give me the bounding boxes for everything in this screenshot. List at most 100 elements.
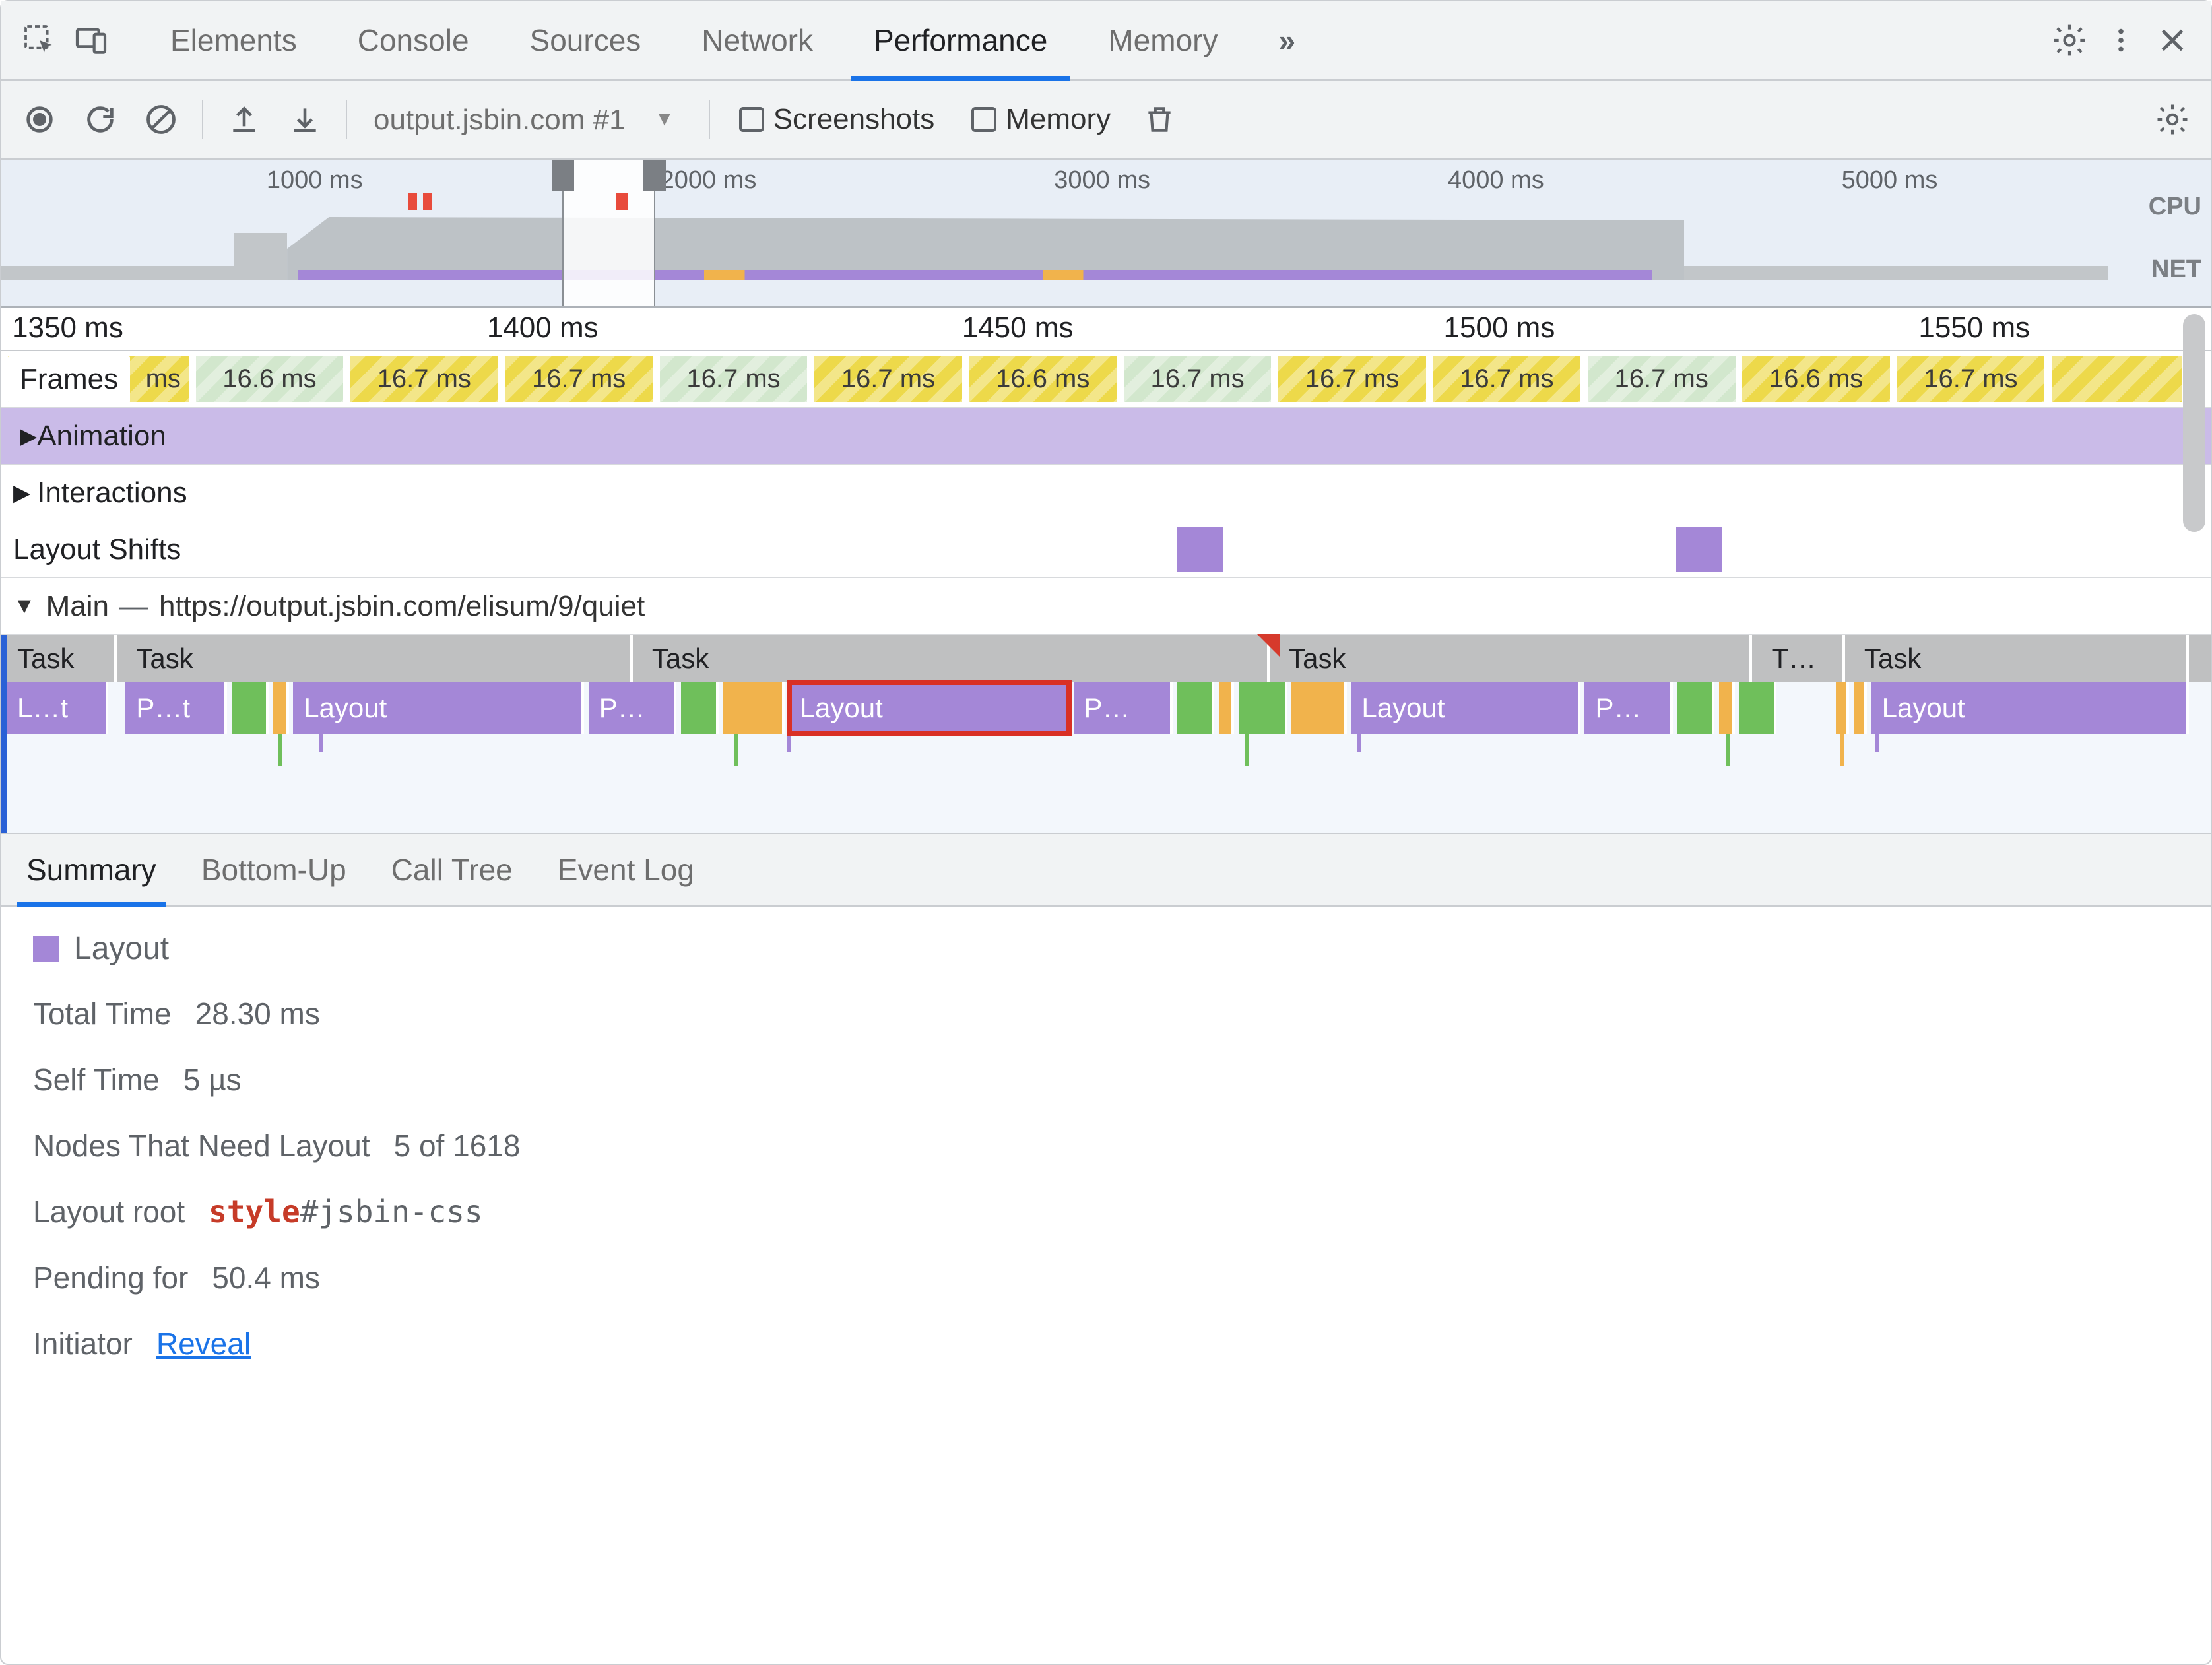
interactions-track[interactable]: ▶ Interactions [1, 465, 2211, 521]
summary-title: Layout [74, 930, 169, 967]
layout-swatch-icon [33, 936, 59, 962]
tab-performance[interactable]: Performance [843, 1, 1078, 79]
devtools-tabstrip: Elements Console Sources Network Perform… [1, 1, 2211, 81]
cpu-label: CPU [2149, 193, 2201, 221]
event-block[interactable] [723, 682, 785, 734]
tab-event-log[interactable]: Event Log [548, 834, 703, 905]
ruler-tick: 4000 ms [1448, 166, 1544, 195]
recording-select[interactable]: output.jsbin.com #1 [366, 101, 634, 139]
layout-shift-block[interactable] [1177, 527, 1223, 572]
event-block[interactable] [1677, 682, 1715, 734]
capture-settings-icon[interactable] [2150, 97, 2195, 142]
frame-chip: 16.7 ms [1897, 356, 2048, 402]
paint-event[interactable]: P… [1584, 682, 1673, 734]
task-block[interactable]: Task [7, 635, 117, 682]
frame-chip: 16.6 ms [1742, 356, 1893, 402]
panel-tabs: Elements Console Sources Network Perform… [140, 1, 1326, 79]
task-block[interactable]: Task [125, 635, 632, 682]
frame-chip: 16.7 ms [660, 356, 810, 402]
event-block[interactable] [1291, 682, 1347, 734]
event-block[interactable] [1239, 682, 1287, 734]
frame-chip [2052, 356, 2184, 402]
summary-panel: Layout Total Time 28.30 ms Self Time 5 µ… [1, 907, 2211, 1416]
event-block[interactable] [1719, 682, 1734, 734]
vertical-scrollbar[interactable] [2183, 314, 2205, 532]
overview-viewport[interactable] [562, 160, 655, 306]
tab-summary[interactable]: Summary [17, 834, 166, 905]
more-icon[interactable] [2098, 18, 2143, 63]
net-label: NET [2151, 255, 2201, 284]
paint-event[interactable]: P…t [125, 682, 227, 734]
dash: — [119, 590, 148, 623]
layout-event[interactable]: L…t [7, 682, 108, 734]
paint-event[interactable]: P… [1074, 682, 1173, 734]
event-block[interactable] [1854, 682, 1867, 734]
load-profile-icon[interactable] [222, 97, 267, 142]
frame-chip: 16.7 ms [1278, 356, 1429, 402]
task-block[interactable]: T… [1761, 635, 1845, 682]
task-block[interactable]: Task [1854, 635, 2189, 682]
save-profile-icon[interactable] [282, 97, 327, 142]
separator [346, 100, 347, 139]
tab-network[interactable]: Network [671, 1, 843, 79]
frame-chip: 16.7 ms [350, 356, 501, 402]
close-icon[interactable] [2150, 18, 2195, 63]
layout-shifts-label: Layout Shifts [13, 533, 181, 566]
layout-event-selected[interactable]: Layout [789, 682, 1069, 734]
viewport-handle-left[interactable] [552, 160, 574, 191]
event-block[interactable] [1739, 682, 1776, 734]
tab-bottom-up[interactable]: Bottom-Up [192, 834, 356, 905]
task-block[interactable]: Task [1278, 635, 1752, 682]
task-block[interactable]: Task [641, 635, 1270, 682]
layout-shifts-track[interactable]: Layout Shifts [1, 521, 2211, 578]
frame-chip: 16.7 ms [1124, 356, 1274, 402]
clear-icon[interactable] [139, 97, 183, 142]
event-block[interactable] [1836, 682, 1849, 734]
reload-record-icon[interactable] [78, 97, 123, 142]
screenshots-label: Screenshots [773, 103, 935, 136]
main-track-body[interactable]: Task Task Task Task T… Task L…t P…t Layo… [1, 635, 2211, 833]
tab-memory[interactable]: Memory [1078, 1, 1248, 79]
event-block[interactable] [232, 682, 269, 734]
pending-for-value: 50.4 ms [212, 1260, 320, 1295]
performance-toolbar: output.jsbin.com #1 ▼ Screenshots Memory [1, 81, 2211, 160]
frame-chip: 16.6 ms [196, 356, 346, 402]
paint-event[interactable]: P… [589, 682, 677, 734]
tab-sources[interactable]: Sources [500, 1, 672, 79]
tab-call-tree[interactable]: Call Tree [382, 834, 522, 905]
nodes-need-layout-value: 5 of 1618 [394, 1128, 521, 1163]
settings-icon[interactable] [2047, 18, 2092, 63]
gc-icon[interactable] [1137, 97, 1182, 142]
task-lane: Task Task Task Task T… Task [7, 635, 2211, 682]
tab-elements[interactable]: Elements [140, 1, 327, 79]
flame-chart[interactable]: 1350 ms 1400 ms 1450 ms 1500 ms 1550 ms … [1, 308, 2211, 834]
event-block[interactable] [273, 682, 288, 734]
timeline-overview[interactable]: 1000 ms 2000 ms 3000 ms 4000 ms 5000 ms … [1, 160, 2211, 308]
event-block[interactable] [1219, 682, 1234, 734]
event-lane: L…t P…t Layout P… Layout P… Layout P… La… [7, 682, 2211, 734]
ruler-tick: 1500 ms [1444, 311, 1555, 344]
device-toolbar-icon[interactable] [69, 18, 114, 63]
dropdown-caret-icon: ▼ [655, 108, 674, 131]
frames-track[interactable]: ms 16.6 ms 16.7 ms 16.7 ms 16.7 ms 16.7 … [1, 351, 2211, 408]
memory-checkbox[interactable]: Memory [961, 103, 1121, 136]
animation-track[interactable]: ▶ Animation [1, 408, 2211, 465]
ruler-tick: 1000 ms [267, 166, 363, 195]
layout-event[interactable]: Layout [1351, 682, 1580, 734]
tabs-overflow-icon[interactable]: » [1248, 1, 1326, 79]
main-track-header[interactable]: ▼ Main — https://output.jsbin.com/elisum… [1, 578, 2211, 635]
screenshots-checkbox[interactable]: Screenshots [729, 103, 946, 136]
layout-event[interactable]: Layout [1871, 682, 2189, 734]
layout-shift-block[interactable] [1676, 527, 1722, 572]
record-icon[interactable] [17, 97, 62, 142]
tab-console[interactable]: Console [327, 1, 500, 79]
flame-ruler: 1350 ms 1400 ms 1450 ms 1500 ms 1550 ms [1, 308, 2211, 351]
frame-chip: 16.6 ms [969, 356, 1119, 402]
layout-event[interactable]: Layout [293, 682, 584, 734]
event-block[interactable] [1177, 682, 1215, 734]
viewport-handle-right[interactable] [643, 160, 666, 191]
event-block[interactable] [681, 682, 719, 734]
inspect-element-icon[interactable] [17, 18, 62, 63]
overview-ruler: 1000 ms 2000 ms 3000 ms 4000 ms 5000 ms [1, 166, 2118, 195]
initiator-reveal-link[interactable]: Reveal [156, 1326, 251, 1361]
